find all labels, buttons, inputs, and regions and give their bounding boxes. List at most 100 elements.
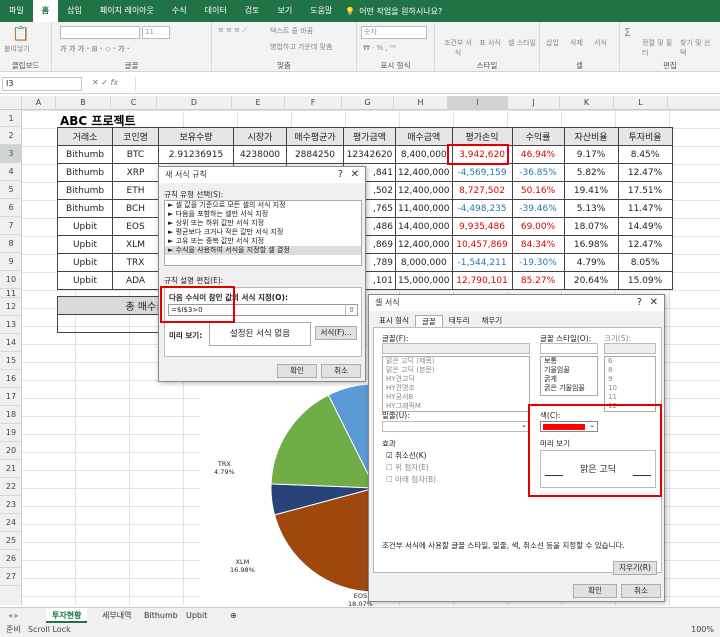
col-header[interactable]: I: [448, 96, 508, 110]
list-item[interactable]: ► 고유 또는 중복 값만 서식 지정: [165, 237, 361, 246]
sheet-tab[interactable]: 투자현황: [46, 608, 88, 623]
list-item[interactable]: 보통: [541, 357, 597, 366]
style-list[interactable]: 보통 기울임꼴 굵게 굵은 기울임꼴: [540, 356, 598, 396]
wrap-text-button[interactable]: 텍스트 줄 바꿈: [270, 26, 313, 36]
row-header[interactable]: 24: [0, 514, 22, 532]
bold-icon[interactable]: 가 가 가 · ⊞ · ◇ · 가 ·: [60, 44, 130, 54]
cell[interactable]: 12,790,101: [451, 271, 513, 290]
col-header[interactable]: D: [157, 96, 232, 110]
header-cell[interactable]: 투자비율: [617, 127, 673, 146]
cell[interactable]: 12,400,000: [395, 181, 453, 200]
paste-icon[interactable]: 📋: [12, 26, 29, 42]
delete-button[interactable]: 삭제: [570, 38, 583, 48]
cell[interactable]: ADA: [112, 271, 159, 290]
help-icon[interactable]: ?: [637, 295, 642, 311]
cell[interactable]: 5.13%: [563, 199, 619, 218]
row-header[interactable]: 16: [0, 370, 22, 388]
tab-help[interactable]: 도움말: [301, 0, 341, 22]
cell[interactable]: Bithumb: [57, 199, 113, 218]
list-item[interactable]: ► 평균보다 크거나 작은 값만 서식 지정: [165, 228, 361, 237]
cell[interactable]: XRP: [112, 163, 159, 182]
cell[interactable]: -1,544,211: [451, 253, 513, 272]
tab-review[interactable]: 검토: [236, 0, 269, 22]
cell[interactable]: 18.07%: [563, 217, 619, 236]
cell[interactable]: 46.94%: [511, 145, 565, 164]
collapse-icon[interactable]: ⇧: [345, 305, 357, 315]
cell[interactable]: 12.47%: [617, 163, 673, 182]
row-header[interactable]: 5: [0, 181, 22, 199]
cell[interactable]: 15,000,000: [395, 271, 453, 290]
cell[interactable]: 12,400,000: [395, 163, 453, 182]
cell[interactable]: 11,400,000: [395, 199, 453, 218]
style-input[interactable]: [540, 343, 598, 354]
row-header[interactable]: 3: [0, 145, 22, 163]
cancel-button[interactable]: 취소: [321, 364, 361, 378]
row-header[interactable]: 18: [0, 406, 22, 424]
format-button[interactable]: 서식: [594, 38, 607, 48]
col-header[interactable]: H: [394, 96, 448, 110]
cell[interactable]: Upbit: [57, 217, 113, 236]
row-header[interactable]: 7: [0, 217, 22, 235]
row-header[interactable]: 2: [0, 127, 22, 145]
col-header[interactable]: G: [342, 96, 394, 110]
number-format-combo[interactable]: 숫자: [361, 26, 427, 39]
cell[interactable]: 8.05%: [617, 253, 673, 272]
tab-number[interactable]: 표시 형식: [373, 315, 415, 327]
header-cell[interactable]: 코인명: [112, 127, 159, 146]
list-item[interactable]: HY궁서B: [383, 393, 529, 402]
row-header[interactable]: 8: [0, 235, 22, 253]
cell[interactable]: 2.91236915: [158, 145, 234, 164]
cell[interactable]: Bithumb: [57, 145, 113, 164]
cancel-button[interactable]: 취소: [621, 584, 661, 598]
sigma-icon[interactable]: Σ: [624, 26, 631, 39]
list-item[interactable]: 10: [605, 384, 655, 393]
cell[interactable]: XLM: [112, 235, 159, 254]
cell[interactable]: 10,457,869: [451, 235, 513, 254]
size-input[interactable]: [604, 343, 656, 354]
row-header[interactable]: 19: [0, 424, 22, 442]
cell[interactable]: BTC: [112, 145, 159, 164]
insert-button[interactable]: 삽입: [546, 38, 559, 48]
close-icon[interactable]: ✕: [351, 167, 359, 183]
cell[interactable]: 11.47%: [617, 199, 673, 218]
row-header[interactable]: 27: [0, 568, 22, 586]
cell[interactable]: 8,000,000: [395, 253, 453, 272]
cell[interactable]: 12.47%: [617, 235, 673, 254]
name-box[interactable]: I3: [2, 77, 82, 91]
cell[interactable]: Bithumb: [57, 163, 113, 182]
sheet-tab[interactable]: 세부내역: [96, 608, 137, 623]
tab-border[interactable]: 테두리: [443, 315, 476, 327]
list-item[interactable]: 굵게: [541, 375, 597, 384]
ok-button[interactable]: 확인: [573, 584, 617, 598]
list-item[interactable]: 맑은 고딕 (제목): [383, 357, 529, 366]
cell[interactable]: 12,400,000: [395, 235, 453, 254]
list-item[interactable]: ► 다음을 포함하는 셀만 서식 지정: [165, 210, 361, 219]
help-icon[interactable]: ?: [338, 167, 343, 183]
cell[interactable]: 4238000: [233, 145, 287, 164]
row-header[interactable]: 15: [0, 352, 22, 370]
cell[interactable]: 4.79%: [563, 253, 619, 272]
cell[interactable]: 20.64%: [563, 271, 619, 290]
row-header[interactable]: 12: [0, 298, 22, 316]
col-header[interactable]: A: [22, 96, 56, 110]
header-cell[interactable]: 자산비율: [563, 127, 619, 146]
col-header[interactable]: J: [508, 96, 560, 110]
cell[interactable]: 50.16%: [511, 181, 565, 200]
underline-select[interactable]: ⌄: [382, 421, 530, 432]
header-cell[interactable]: 시장가: [233, 127, 287, 146]
row-header[interactable]: 4: [0, 163, 22, 181]
col-header[interactable]: K: [560, 96, 614, 110]
col-header[interactable]: B: [56, 96, 111, 110]
header-cell[interactable]: 보유수량: [158, 127, 234, 146]
cell[interactable]: -4,569,159: [451, 163, 513, 182]
merge-center-button[interactable]: 병합하고 가운데 맞춤: [270, 42, 332, 52]
header-cell[interactable]: 매수평균가: [286, 127, 344, 146]
number-format-icons[interactable]: ₩ · % , ⁰⁰: [363, 44, 396, 52]
cell[interactable]: 84.34%: [511, 235, 565, 254]
header-cell[interactable]: 평가손익: [451, 127, 513, 146]
add-sheet-icon[interactable]: ⊕: [224, 608, 243, 623]
header-cell[interactable]: 평가금액: [343, 127, 396, 146]
subscript-checkbox[interactable]: ☐ 아래 첨자(B): [386, 474, 436, 485]
sheet-tab[interactable]: Upbit: [180, 608, 213, 623]
cell[interactable]: 9,935,486: [451, 217, 513, 236]
